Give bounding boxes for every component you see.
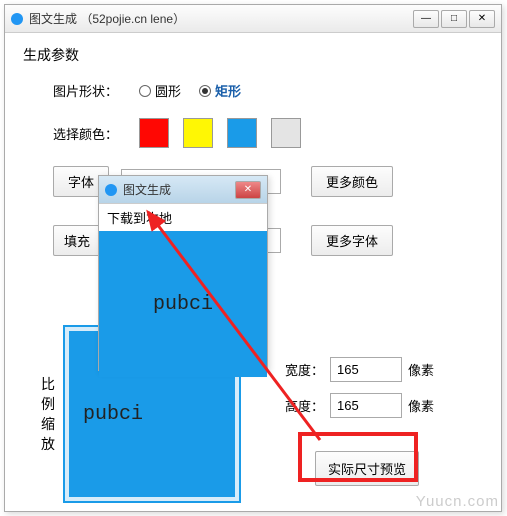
more-color-button[interactable]: 更多颜色: [311, 166, 393, 197]
more-font-button[interactable]: 更多字体: [311, 225, 393, 256]
popup-title: 图文生成: [123, 181, 235, 198]
section-title: 生成参数: [23, 45, 483, 65]
popup-body-text: pubci: [153, 293, 213, 316]
popup-body: pubci: [99, 231, 267, 377]
radio-circle-label: 圆形: [155, 81, 181, 100]
close-button[interactable]: ✕: [469, 10, 495, 28]
color-label: 选择颜色：: [53, 124, 133, 143]
popup-close-button[interactable]: ✕: [235, 181, 261, 199]
width-input[interactable]: [330, 357, 402, 382]
height-input[interactable]: [330, 393, 402, 418]
width-label: 宽度：: [285, 360, 324, 379]
swatch-blue[interactable]: [227, 118, 257, 148]
app-icon: [11, 13, 23, 25]
minimize-button[interactable]: —: [413, 10, 439, 28]
popup-app-icon: [105, 184, 117, 196]
radio-rect[interactable]: 矩形: [199, 81, 241, 100]
maximize-button[interactable]: □: [441, 10, 467, 28]
radio-rect-label: 矩形: [215, 81, 241, 100]
swatch-red[interactable]: [139, 118, 169, 148]
radio-circle-icon: [139, 85, 151, 97]
actual-preview-button[interactable]: 实际尺寸预览: [315, 451, 419, 486]
fill-button[interactable]: 填充: [53, 225, 101, 256]
popup-titlebar[interactable]: 图文生成 ✕: [99, 176, 267, 204]
popup-window: 图文生成 ✕ 下载到本地 pubci: [98, 175, 268, 371]
radio-rect-icon: [199, 85, 211, 97]
radio-circle[interactable]: 圆形: [139, 81, 181, 100]
window-title: 图文生成 （52pojie.cn lene）: [29, 10, 413, 27]
preview-text: pubci: [83, 403, 143, 426]
height-unit: 像素: [408, 396, 434, 415]
shape-label: 图片形状：: [53, 81, 133, 100]
popup-menu-download[interactable]: 下载到本地: [99, 204, 267, 231]
color-swatches: [139, 118, 301, 148]
width-unit: 像素: [408, 360, 434, 379]
main-titlebar[interactable]: 图文生成 （52pojie.cn lene） — □ ✕: [5, 5, 501, 33]
swatch-yellow[interactable]: [183, 118, 213, 148]
watermark: Yuucn.com: [416, 493, 499, 510]
height-label: 高度：: [285, 396, 324, 415]
preview-vertical-label: 比 例 缩 放: [41, 325, 55, 503]
swatch-gray[interactable]: [271, 118, 301, 148]
